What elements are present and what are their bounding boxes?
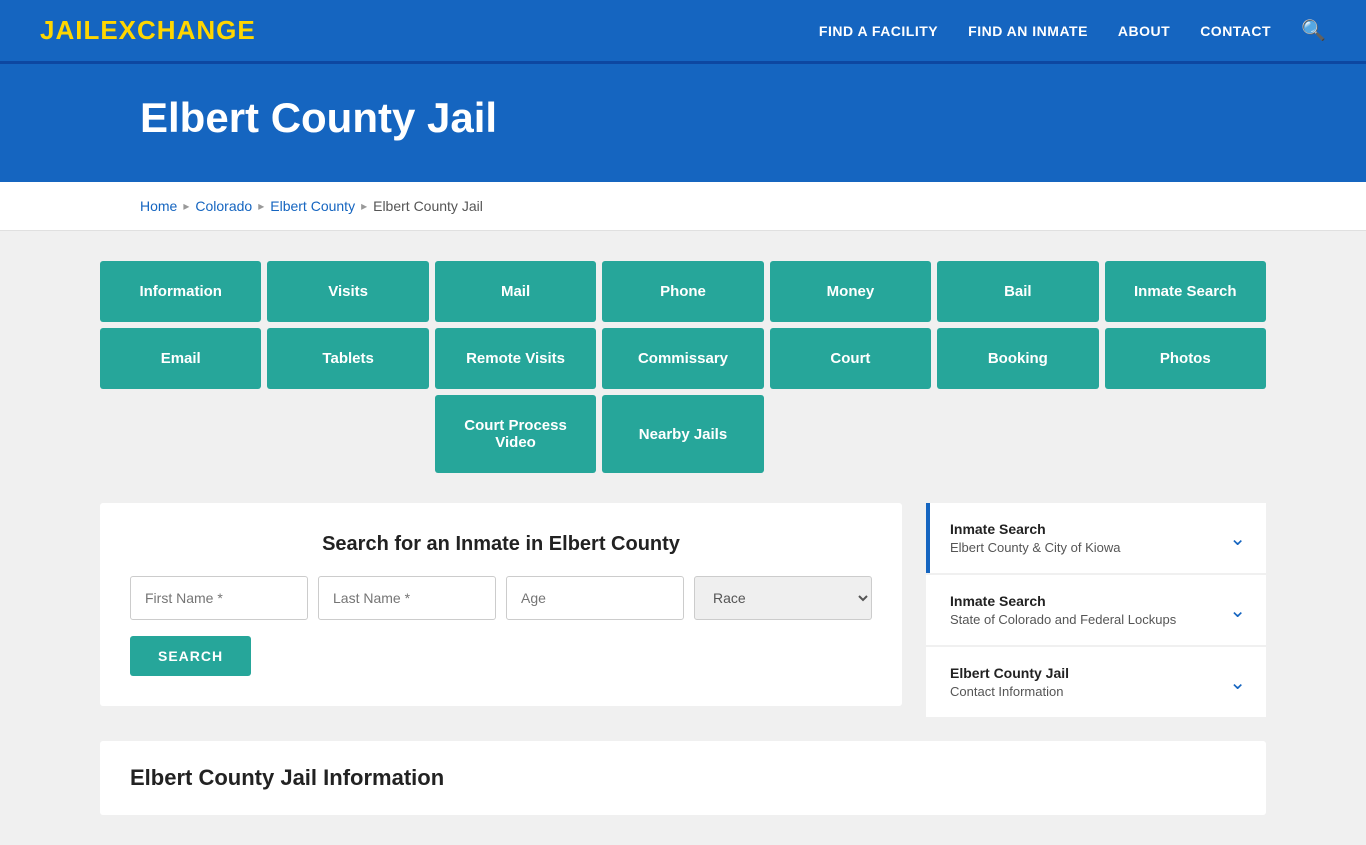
age-input[interactable] bbox=[506, 576, 684, 620]
breadcrumb-sep-3: ▸ bbox=[361, 199, 367, 213]
sidebar-item-sub-3: Contact Information bbox=[950, 684, 1069, 699]
find-facility-link[interactable]: FIND A FACILITY bbox=[819, 23, 938, 39]
logo-jail: JAIL bbox=[40, 15, 100, 45]
empty-4 bbox=[937, 395, 1098, 473]
search-form: Race bbox=[130, 576, 872, 620]
sidebar-contact-info[interactable]: Elbert County Jail Contact Information ⌄ bbox=[926, 647, 1266, 717]
empty-1 bbox=[100, 395, 261, 473]
empty-5 bbox=[1105, 395, 1266, 473]
breadcrumb-elbert-county[interactable]: Elbert County bbox=[270, 198, 355, 214]
sidebar-item-title-2: Inmate Search bbox=[950, 593, 1176, 609]
btn-mail[interactable]: Mail bbox=[435, 261, 596, 322]
sidebar-item-title-3: Elbert County Jail bbox=[950, 665, 1069, 681]
btn-photos[interactable]: Photos bbox=[1105, 328, 1266, 389]
first-name-input[interactable] bbox=[130, 576, 308, 620]
breadcrumb-sep-2: ▸ bbox=[258, 199, 264, 213]
breadcrumb-current: Elbert County Jail bbox=[373, 198, 483, 214]
breadcrumb-home[interactable]: Home bbox=[140, 198, 177, 214]
main-content: Information Visits Mail Phone Money Bail… bbox=[0, 231, 1366, 845]
chevron-down-icon-1: ⌄ bbox=[1229, 526, 1246, 551]
contact-link[interactable]: CONTACT bbox=[1200, 23, 1271, 39]
search-box: Search for an Inmate in Elbert County Ra… bbox=[100, 503, 902, 706]
page-title: Elbert County Jail bbox=[140, 94, 1326, 142]
breadcrumb: Home ▸ Colorado ▸ Elbert County ▸ Elbert… bbox=[0, 182, 1366, 231]
btn-inmate-search[interactable]: Inmate Search bbox=[1105, 261, 1266, 322]
grid-row-2: Email Tablets Remote Visits Commissary C… bbox=[100, 328, 1266, 389]
logo-exchange: EXCHANGE bbox=[100, 15, 255, 45]
btn-court-process-video[interactable]: Court Process Video bbox=[435, 395, 596, 473]
search-icon[interactable]: 🔍 bbox=[1301, 18, 1326, 43]
sidebar-item-sub-1: Elbert County & City of Kiowa bbox=[950, 540, 1121, 555]
bottom-info-title: Elbert County Jail Information bbox=[130, 765, 1236, 791]
about-link[interactable]: ABOUT bbox=[1118, 23, 1170, 39]
grid-row-1: Information Visits Mail Phone Money Bail… bbox=[100, 261, 1266, 322]
empty-3 bbox=[770, 395, 931, 473]
hero-section: Elbert County Jail bbox=[0, 64, 1366, 182]
btn-remote-visits[interactable]: Remote Visits bbox=[435, 328, 596, 389]
last-name-input[interactable] bbox=[318, 576, 496, 620]
chevron-down-icon-2: ⌄ bbox=[1229, 598, 1246, 623]
lower-section: Search for an Inmate in Elbert County Ra… bbox=[100, 503, 1266, 717]
btn-booking[interactable]: Booking bbox=[937, 328, 1098, 389]
grid-row-3: Court Process Video Nearby Jails bbox=[100, 395, 1266, 473]
btn-commissary[interactable]: Commissary bbox=[602, 328, 763, 389]
btn-visits[interactable]: Visits bbox=[267, 261, 428, 322]
btn-email[interactable]: Email bbox=[100, 328, 261, 389]
btn-court[interactable]: Court bbox=[770, 328, 931, 389]
search-button[interactable]: SEARCH bbox=[130, 636, 251, 676]
search-title: Search for an Inmate in Elbert County bbox=[130, 533, 872, 556]
btn-phone[interactable]: Phone bbox=[602, 261, 763, 322]
sidebar: Inmate Search Elbert County & City of Ki… bbox=[926, 503, 1266, 717]
site-logo[interactable]: JAILEXCHANGE bbox=[40, 15, 256, 46]
sidebar-item-title-1: Inmate Search bbox=[950, 521, 1121, 537]
sidebar-item-sub-2: State of Colorado and Federal Lockups bbox=[950, 612, 1176, 627]
find-inmate-link[interactable]: FIND AN INMATE bbox=[968, 23, 1088, 39]
btn-tablets[interactable]: Tablets bbox=[267, 328, 428, 389]
btn-bail[interactable]: Bail bbox=[937, 261, 1098, 322]
race-select[interactable]: Race bbox=[694, 576, 872, 620]
sidebar-inmate-search-county[interactable]: Inmate Search Elbert County & City of Ki… bbox=[926, 503, 1266, 573]
btn-information[interactable]: Information bbox=[100, 261, 261, 322]
nav-links: FIND A FACILITY FIND AN INMATE ABOUT CON… bbox=[819, 18, 1326, 43]
empty-2 bbox=[267, 395, 428, 473]
breadcrumb-colorado[interactable]: Colorado bbox=[195, 198, 252, 214]
bottom-info-section: Elbert County Jail Information bbox=[100, 741, 1266, 815]
breadcrumb-sep-1: ▸ bbox=[183, 199, 189, 213]
navbar: JAILEXCHANGE FIND A FACILITY FIND AN INM… bbox=[0, 0, 1366, 64]
sidebar-inmate-search-state[interactable]: Inmate Search State of Colorado and Fede… bbox=[926, 575, 1266, 645]
btn-money[interactable]: Money bbox=[770, 261, 931, 322]
chevron-down-icon-3: ⌄ bbox=[1229, 670, 1246, 695]
btn-nearby-jails[interactable]: Nearby Jails bbox=[602, 395, 763, 473]
